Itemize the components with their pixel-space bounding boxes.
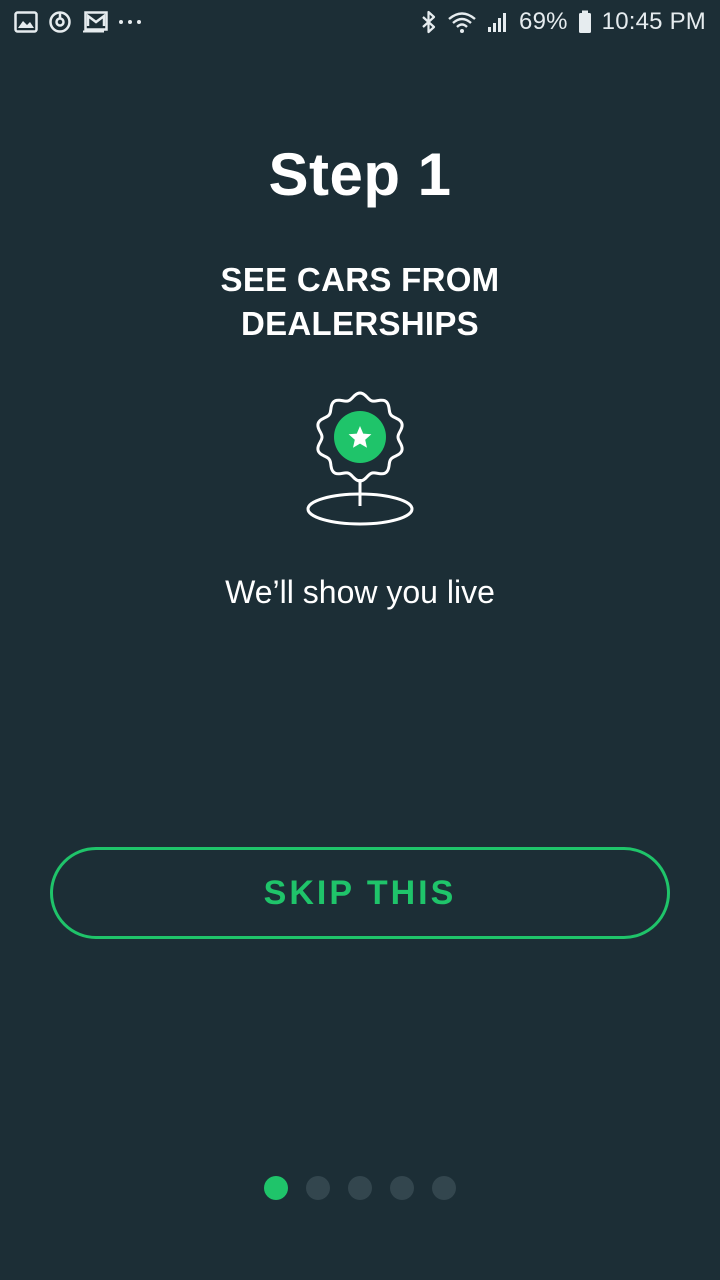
status-right-icons: 69% 10:45 PM [421, 8, 706, 36]
page-indicator [0, 1176, 720, 1200]
step-title: Step 1 [268, 141, 452, 208]
onboarding-screen: 69% 10:45 PM Step 1 SEE CARS FROM DEALER… [0, 0, 720, 1280]
page-dot-5[interactable] [432, 1176, 456, 1200]
page-dot-1[interactable] [264, 1176, 288, 1200]
step-headline: SEE CARS FROM DEALERSHIPS [220, 261, 500, 342]
sync-icon [48, 10, 72, 34]
page-dot-2[interactable] [306, 1176, 330, 1200]
wifi-icon [447, 10, 477, 34]
battery-icon [578, 10, 592, 34]
more-dots-icon [118, 18, 142, 26]
battery-percent: 69% [519, 8, 568, 35]
bluetooth-icon [421, 10, 437, 34]
status-time: 10:45 PM [601, 8, 706, 35]
gallery-icon [14, 11, 38, 33]
signal-icon [487, 11, 509, 33]
page-dot-4[interactable] [390, 1176, 414, 1200]
mail-icon [82, 11, 108, 33]
page-dot-3[interactable] [348, 1176, 372, 1200]
step-caption: We’ll show you live [225, 574, 495, 610]
status-left-icons [14, 10, 142, 34]
location-badge-star-icon [300, 388, 420, 530]
skip-button[interactable]: SKIP THIS [50, 847, 670, 939]
status-bar: 69% 10:45 PM [0, 0, 720, 44]
